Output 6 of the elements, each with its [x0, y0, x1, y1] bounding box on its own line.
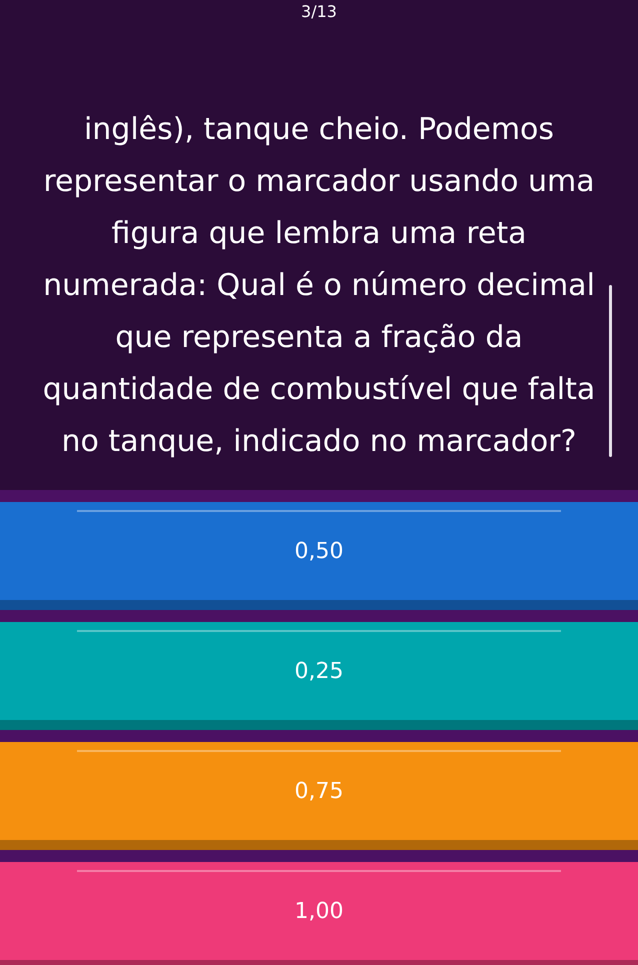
answer-button[interactable]: 0,75	[0, 742, 638, 850]
answer-button[interactable]: 1,00	[0, 862, 638, 965]
scrollbar[interactable]	[609, 285, 612, 457]
answer-button[interactable]: 0,25	[0, 622, 638, 730]
question-text: inglês), tanque cheio. Podemos representar o marcador usando uma figura que lembra uma reta numerada: Qual é o número decimal que representa a fração da quantidade de combustível que falta no tanque, indicado no marcador?	[42, 111, 596, 461]
answer-button[interactable]: 0,50	[0, 502, 638, 610]
